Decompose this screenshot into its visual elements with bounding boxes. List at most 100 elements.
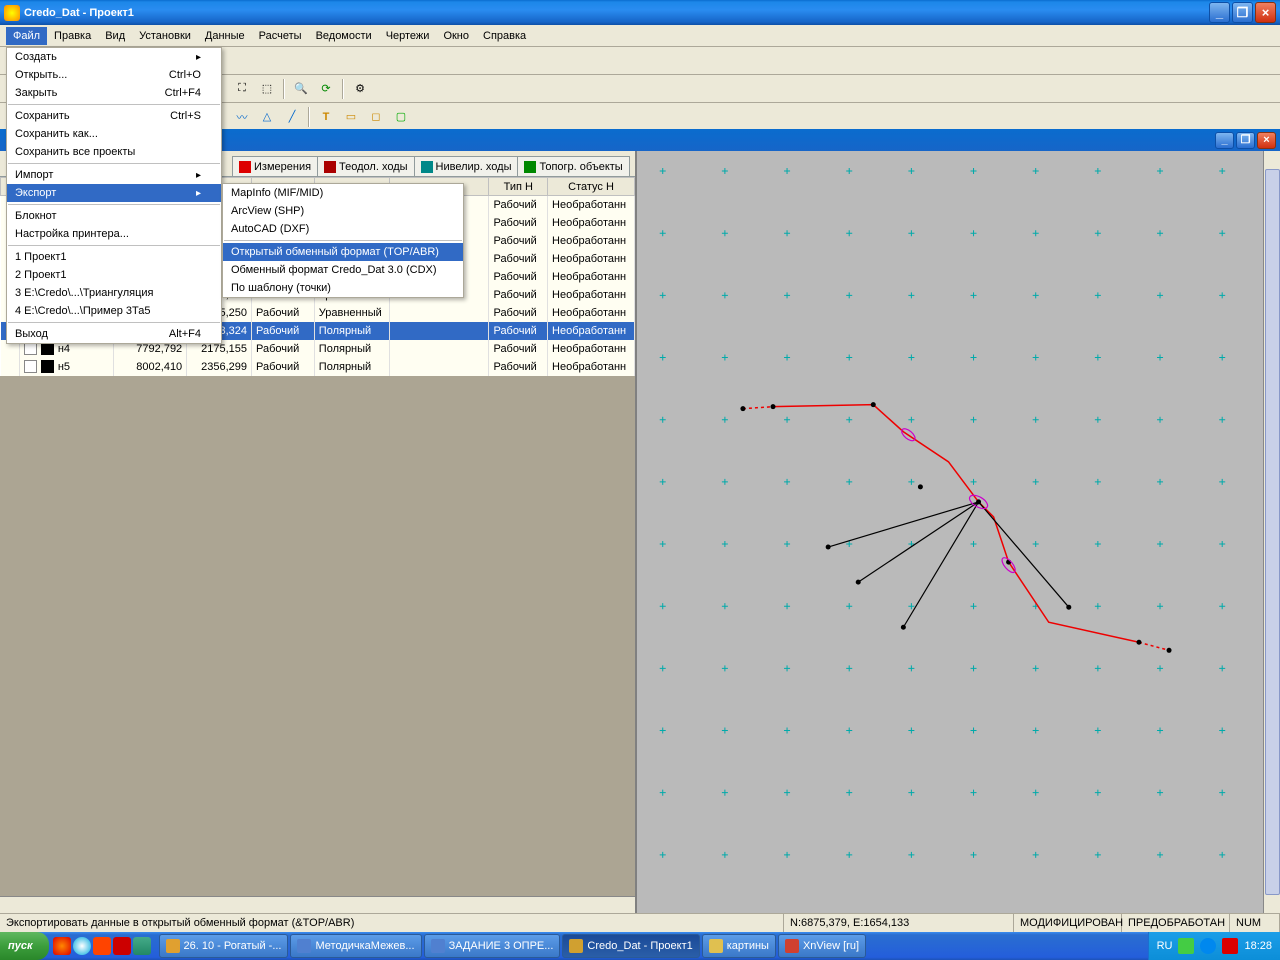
maximize-button[interactable]: ❐ xyxy=(1232,2,1253,23)
clock[interactable]: 18:28 xyxy=(1244,940,1272,952)
map-panel[interactable] xyxy=(635,151,1280,913)
zoom-window-icon[interactable]: ⬚ xyxy=(256,78,278,100)
taskbar-button[interactable]: 26. 10 - Рогатый -... xyxy=(159,934,289,958)
tab[interactable]: Нивелир. ходы xyxy=(414,156,519,176)
menuitem[interactable]: Сохранить все проекты xyxy=(7,143,221,161)
status-state: ПРЕДОБРАБОТАН xyxy=(1122,914,1230,932)
tab[interactable]: Теодол. ходы xyxy=(317,156,415,176)
menuitem[interactable]: Создать▸ xyxy=(7,48,221,66)
start-button[interactable]: пуск xyxy=(0,932,49,960)
menuitem[interactable]: AutoCAD (DXF) xyxy=(223,220,463,238)
child-minimize-button[interactable]: _ xyxy=(1215,132,1234,149)
menuitem[interactable]: Настройка принтера... xyxy=(7,225,221,243)
menuitem[interactable]: Экспорт▸ xyxy=(7,184,221,202)
menuitem[interactable]: 1 Проект1 xyxy=(7,248,221,266)
column-header[interactable]: Тип H xyxy=(489,178,548,196)
menuitem[interactable]: MapInfo (MIF/MID) xyxy=(223,184,463,202)
app-icon xyxy=(4,5,20,21)
menuitem[interactable]: Импорт▸ xyxy=(7,166,221,184)
rays xyxy=(828,502,1069,627)
menu-окно[interactable]: Окно xyxy=(436,27,476,45)
text-icon[interactable]: T xyxy=(315,106,337,128)
menu-установки[interactable]: Установки xyxy=(132,27,198,45)
zoom-extents-icon[interactable]: ⛶ xyxy=(231,78,253,100)
taskbar-button[interactable]: картины xyxy=(702,934,776,958)
taskbar-button[interactable]: XnView [ru] xyxy=(778,934,866,958)
traverse-dashed xyxy=(1139,642,1169,650)
shape-icon[interactable]: △ xyxy=(256,106,278,128)
task-icon xyxy=(785,939,799,953)
language-indicator[interactable]: RU xyxy=(1157,940,1173,952)
menuitem[interactable]: ВыходAlt+F4 xyxy=(7,325,221,343)
rect2-icon[interactable]: ◻ xyxy=(365,106,387,128)
line-icon[interactable]: ╱ xyxy=(281,106,303,128)
tray-icon[interactable] xyxy=(1178,938,1194,954)
polyline-icon[interactable]: 〰 xyxy=(231,106,253,128)
rect-icon[interactable]: ▭ xyxy=(340,106,362,128)
taskbar-button[interactable]: МетодичкаМежев... xyxy=(290,934,421,958)
ql-icon[interactable] xyxy=(53,937,71,955)
tab-label: Топогр. объекты xyxy=(539,161,622,173)
menu-ведомости[interactable]: Ведомости xyxy=(309,27,379,45)
ql-icon[interactable] xyxy=(113,937,131,955)
task-icon xyxy=(297,939,311,953)
menuitem[interactable]: Открыть...Ctrl+O xyxy=(7,66,221,84)
status-hint: Экспортировать данные в открытый обменны… xyxy=(0,914,784,932)
ql-icon[interactable] xyxy=(93,937,111,955)
ql-icon[interactable] xyxy=(73,937,91,955)
menuitem[interactable]: ArcView (SHP) xyxy=(223,202,463,220)
window-titlebar: Credo_Dat - Проект1 _ ❐ × xyxy=(0,0,1280,25)
vertical-scrollbar[interactable] xyxy=(1263,151,1280,913)
tray-icon[interactable] xyxy=(1222,938,1238,954)
close-button[interactable]: × xyxy=(1255,2,1276,23)
system-tray: RU 18:28 xyxy=(1148,932,1280,960)
menuitem[interactable]: 4 E:\Credo\...\Пример 3Та5 xyxy=(7,302,221,320)
menu-расчеты[interactable]: Расчеты xyxy=(252,27,309,45)
menuitem[interactable]: 3 E:\Credo\...\Триангуляция xyxy=(7,284,221,302)
menu-правка[interactable]: Правка xyxy=(47,27,98,45)
menuitem[interactable]: Обменный формат Credo_Dat 3.0 (CDX) xyxy=(223,261,463,279)
menu-справка[interactable]: Справка xyxy=(476,27,533,45)
menuitem[interactable]: По шаблону (точки) xyxy=(223,279,463,297)
menu-чертежи[interactable]: Чертежи xyxy=(379,27,437,45)
horizontal-scrollbar[interactable] xyxy=(0,896,635,913)
map-canvas xyxy=(637,151,1280,913)
child-restore-button[interactable]: ❐ xyxy=(1236,132,1255,149)
child-close-button[interactable]: × xyxy=(1257,132,1276,149)
tab[interactable]: Измерения xyxy=(232,156,318,176)
table-row[interactable]: н58002,4102356,299РабочийПолярныйРабочий… xyxy=(1,358,635,376)
tab-icon xyxy=(524,161,536,173)
start-label: пуск xyxy=(8,940,33,952)
refresh-icon[interactable]: ⟳ xyxy=(315,78,337,100)
task-label: ЗАДАНИЕ 3 ОПРЕ... xyxy=(449,940,554,952)
menu-файл[interactable]: Файл xyxy=(6,27,47,45)
tab-label: Нивелир. ходы xyxy=(436,161,512,173)
menu-данные[interactable]: Данные xyxy=(198,27,252,45)
gear-icon[interactable]: ⚙ xyxy=(349,78,371,100)
menuitem[interactable]: СохранитьCtrl+S xyxy=(7,107,221,125)
task-label: 26. 10 - Рогатый -... xyxy=(184,940,282,952)
tab[interactable]: Топогр. объекты xyxy=(517,156,629,176)
taskbar-button[interactable]: ЗАДАНИЕ 3 ОПРЕ... xyxy=(424,934,561,958)
frame-icon[interactable]: ▢ xyxy=(390,106,412,128)
minimize-button[interactable]: _ xyxy=(1209,2,1230,23)
task-icon xyxy=(569,939,583,953)
traverse-line xyxy=(773,405,1139,643)
status-modified: МОДИФИЦИРОВАН xyxy=(1014,914,1122,932)
menuitem[interactable]: ЗакрытьCtrl+F4 xyxy=(7,84,221,102)
task-buttons: 26. 10 - Рогатый -... МетодичкаМежев... ЗА… xyxy=(155,934,1148,958)
taskbar-button[interactable]: Credo_Dat - Проект1 xyxy=(562,934,699,958)
menu-вид[interactable]: Вид xyxy=(98,27,132,45)
task-label: Credo_Dat - Проект1 xyxy=(587,940,692,952)
tray-icon[interactable] xyxy=(1200,938,1216,954)
ql-icon[interactable] xyxy=(133,937,151,955)
export-submenu: MapInfo (MIF/MID)ArcView (SHP)AutoCAD (D… xyxy=(222,183,464,298)
column-header[interactable]: Статус H xyxy=(548,178,635,196)
menuitem[interactable]: Блокнот xyxy=(7,207,221,225)
status-bar: Экспортировать данные в открытый обменны… xyxy=(0,913,1280,932)
zoom-in-icon[interactable]: 🔍 xyxy=(290,78,312,100)
tab-label: Измерения xyxy=(254,161,311,173)
menuitem[interactable]: Открытый обменный формат (TOP/ABR) xyxy=(223,243,463,261)
menuitem[interactable]: 2 Проект1 xyxy=(7,266,221,284)
menuitem[interactable]: Сохранить как... xyxy=(7,125,221,143)
